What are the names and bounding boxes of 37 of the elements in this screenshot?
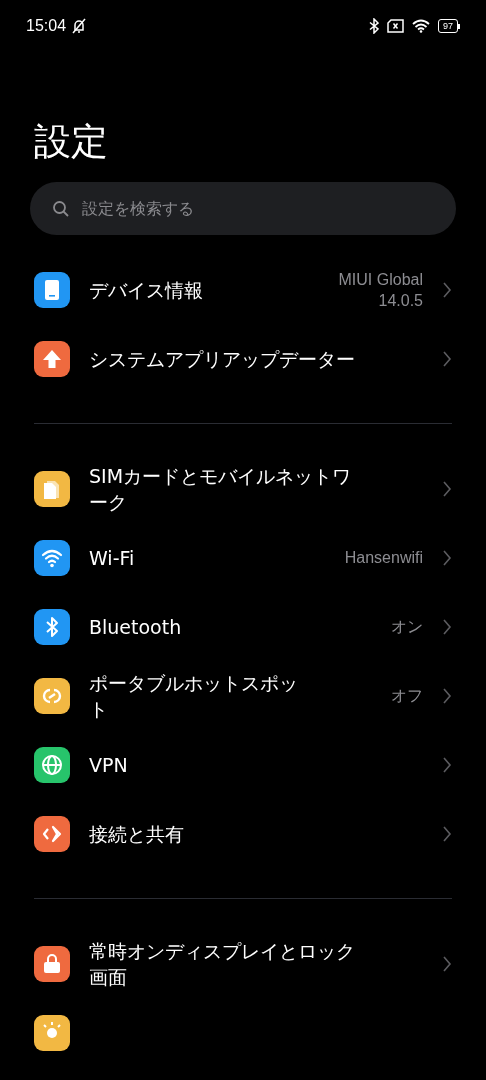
settings-item[interactable]: システムアプリアップデーター (34, 324, 452, 393)
battery-indicator: 97 (438, 19, 460, 33)
page-title: 設定 (34, 119, 109, 165)
phone-icon (34, 271, 70, 308)
sim-cards-icon (34, 470, 70, 507)
chevron-icon (442, 686, 452, 705)
chevron-icon (442, 755, 452, 774)
bluetooth-icon (369, 18, 379, 34)
wifi-icon (34, 539, 70, 576)
search-bar[interactable]: 設定を検索する (30, 182, 456, 235)
chevron-icon (442, 548, 452, 567)
lock-icon (34, 945, 70, 982)
settings-item[interactable]: Bluetooth オン (34, 592, 452, 661)
no-sim-icon (387, 19, 404, 33)
muted-bell-icon (70, 17, 89, 35)
share-icon (34, 815, 70, 852)
chevron-icon (442, 824, 452, 843)
clock-time: 15:04 (26, 17, 67, 35)
chevron-icon (442, 280, 452, 299)
sun-icon (34, 1014, 70, 1051)
settings-item[interactable]: 常時オンディスプレイとロック画面 (34, 929, 452, 998)
settings-item[interactable]: デバイス情報 MIUI Global 14.0.5 (34, 255, 452, 324)
chevron-icon (442, 617, 452, 636)
settings-item[interactable]: 接続と共有 (34, 799, 452, 868)
search-field[interactable]: 設定を検索する (82, 199, 434, 218)
link-icon (34, 677, 70, 714)
chevron-icon (442, 479, 452, 498)
bluetooth-icon (34, 608, 70, 645)
globe-icon (34, 746, 70, 783)
settings-item[interactable]: VPN (34, 730, 452, 799)
chevron-icon (442, 954, 452, 973)
wifi-icon (412, 19, 430, 33)
chevron-icon (442, 349, 452, 368)
settings-item[interactable]: ポータブルホットスポット オフ (34, 661, 452, 730)
settings-item[interactable]: Wi-Fi Hansenwifi (34, 523, 452, 592)
settings-item[interactable]: SIMカードとモバイルネットワーク (34, 454, 452, 523)
search-icon (52, 199, 70, 218)
